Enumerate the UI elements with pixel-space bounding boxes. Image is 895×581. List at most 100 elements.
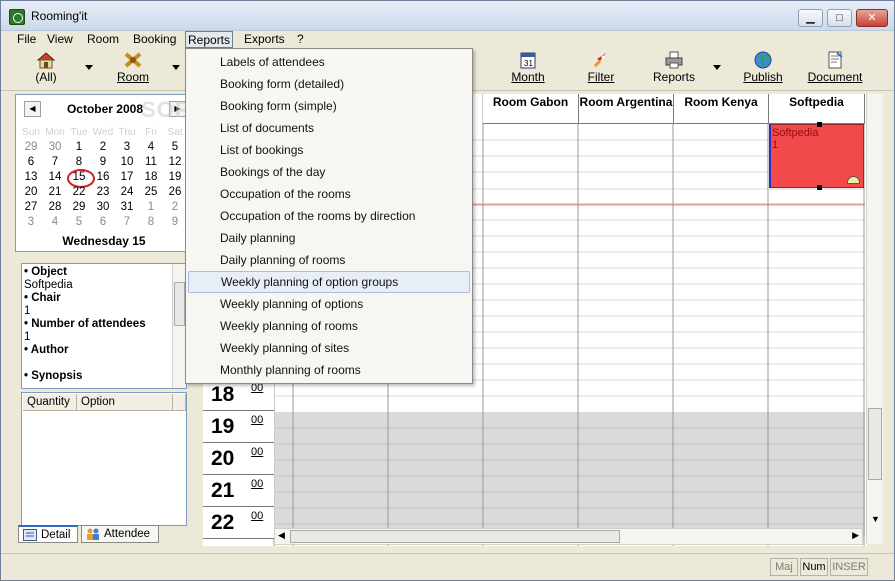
calendar-day[interactable]: 2: [163, 200, 187, 215]
calendar-day[interactable]: 5: [67, 215, 91, 230]
toolbar-all-button[interactable]: (All): [31, 51, 61, 84]
details-scrollbar[interactable]: [172, 264, 186, 388]
calendar-day[interactable]: 8: [139, 215, 163, 230]
report-booking-form-simple[interactable]: Booking form (simple): [188, 95, 470, 117]
calendar-day[interactable]: 12: [163, 155, 187, 170]
calendar-day[interactable]: 30: [43, 140, 67, 155]
calendar-day[interactable]: 17: [115, 170, 139, 185]
calendar-day[interactable]: 9: [163, 215, 187, 230]
calendar-day[interactable]: 3: [115, 140, 139, 155]
calendar-day[interactable]: 7: [115, 215, 139, 230]
menu-room[interactable]: Room: [85, 31, 121, 48]
calendar-day[interactable]: 6: [91, 215, 115, 230]
horizontal-scroll-thumb[interactable]: [290, 530, 620, 543]
scroll-down-icon[interactable]: ▼: [871, 514, 880, 524]
booking-block[interactable]: Softpedia 1: [769, 122, 864, 190]
report-daily-planning-of-rooms[interactable]: Daily planning of rooms: [188, 249, 470, 271]
calendar-day[interactable]: 9: [91, 155, 115, 170]
calendar-day[interactable]: 31: [115, 200, 139, 215]
toolbar-month-button[interactable]: 31 Month: [507, 51, 549, 84]
horizontal-scrollbar[interactable]: ◀ ▶: [274, 528, 863, 545]
calendar-prev-button[interactable]: ◀: [24, 101, 41, 117]
calendar-day[interactable]: 26: [163, 185, 187, 200]
hour-row-22: 22 00: [203, 507, 274, 539]
report-weekly-planning-sites[interactable]: Weekly planning of sites: [188, 337, 470, 359]
calendar-day[interactable]: 18: [139, 170, 163, 185]
calendar-day[interactable]: 24: [115, 185, 139, 200]
toolbar-publish-label: Publish: [741, 70, 785, 84]
calendar-day[interactable]: 29: [19, 140, 43, 155]
calendar-day[interactable]: 4: [139, 140, 163, 155]
report-labels-of-attendees[interactable]: Labels of attendees: [188, 51, 470, 73]
toolbar-document-button[interactable]: Document: [805, 51, 865, 84]
column-header-room-gabon[interactable]: Room Gabon: [483, 94, 579, 124]
calendar-day[interactable]: 28: [43, 200, 67, 215]
toolbar-room-button[interactable]: Room: [113, 51, 153, 84]
calendar-day[interactable]: 2: [91, 140, 115, 155]
column-header-room-kenya[interactable]: Room Kenya: [674, 94, 769, 124]
calendar-day[interactable]: 6: [19, 155, 43, 170]
calendar-day[interactable]: 10: [115, 155, 139, 170]
calendar-day[interactable]: 19: [163, 170, 187, 185]
details-scroll-thumb[interactable]: [174, 282, 185, 326]
toolbar-filter-button[interactable]: Filter: [584, 51, 618, 84]
report-occupation-of-rooms[interactable]: Occupation of the rooms: [188, 183, 470, 205]
calendar-day[interactable]: 29: [67, 200, 91, 215]
toolbar-publish-button[interactable]: Publish: [741, 51, 785, 84]
maximize-button[interactable]: □: [827, 9, 852, 27]
calendar-day[interactable]: 1: [67, 140, 91, 155]
calendar-day[interactable]: 20: [19, 185, 43, 200]
calendar-day[interactable]: 25: [139, 185, 163, 200]
report-monthly-planning-rooms[interactable]: Monthly planning of rooms: [188, 359, 470, 381]
column-header-softpedia[interactable]: Softpedia: [769, 94, 865, 124]
calendar-day[interactable]: 5: [163, 140, 187, 155]
calendar-day[interactable]: 16: [91, 170, 115, 185]
report-weekly-planning-option-groups[interactable]: Weekly planning of option groups: [188, 271, 470, 293]
menu-file[interactable]: File: [15, 31, 38, 48]
all-dropdown-arrow-icon[interactable]: [85, 65, 93, 70]
menu-view[interactable]: View: [45, 31, 75, 48]
column-header-room-argentina[interactable]: Room Argentina: [579, 94, 674, 124]
option-column-header[interactable]: Option: [77, 394, 173, 411]
calendar-day[interactable]: 14: [43, 170, 67, 185]
menu-booking[interactable]: Booking: [131, 31, 178, 48]
tab-detail[interactable]: Detail: [18, 525, 78, 543]
room-dropdown-arrow-icon[interactable]: [172, 65, 180, 70]
calendar-day-selected[interactable]: 15: [67, 169, 95, 188]
calendar-day[interactable]: 11: [139, 155, 163, 170]
calendar-day[interactable]: 22: [67, 185, 91, 200]
vertical-scroll-thumb[interactable]: [868, 408, 882, 480]
calendar-day[interactable]: 23: [91, 185, 115, 200]
vertical-scrollbar[interactable]: ▼: [866, 94, 883, 544]
reports-dropdown-arrow-icon[interactable]: [713, 65, 721, 70]
calendar-day[interactable]: 3: [19, 215, 43, 230]
report-list-of-documents[interactable]: List of documents: [188, 117, 470, 139]
calendar-day[interactable]: 27: [19, 200, 43, 215]
report-weekly-planning-options[interactable]: Weekly planning of options: [188, 293, 470, 315]
report-weekly-planning-rooms[interactable]: Weekly planning of rooms: [188, 315, 470, 337]
scroll-right-icon[interactable]: ▶: [852, 530, 859, 541]
toolbar-reports-button[interactable]: Reports: [652, 51, 696, 84]
report-daily-planning[interactable]: Daily planning: [188, 227, 470, 249]
minimize-button[interactable]: ▁: [798, 9, 823, 27]
calendar-day[interactable]: 7: [43, 155, 67, 170]
menu-reports[interactable]: Reports: [185, 31, 234, 48]
quantity-column-header[interactable]: Quantity: [23, 394, 77, 411]
calendar-day[interactable]: 21: [43, 185, 67, 200]
report-list-of-bookings[interactable]: List of bookings: [188, 139, 470, 161]
report-bookings-of-the-day[interactable]: Bookings of the day: [188, 161, 470, 183]
calendar-day[interactable]: 4: [43, 215, 67, 230]
report-booking-form-detailed[interactable]: Booking form (detailed): [188, 73, 470, 95]
calendar-day[interactable]: 30: [91, 200, 115, 215]
booking-resize-handle-bottom[interactable]: [817, 185, 822, 190]
booking-resize-handle-top[interactable]: [817, 122, 822, 127]
menu-exports[interactable]: Exports: [242, 31, 287, 48]
calendar-day[interactable]: 8: [67, 155, 91, 170]
scroll-left-icon[interactable]: ◀: [278, 530, 285, 541]
tab-attendee[interactable]: Attendee: [81, 525, 159, 543]
report-occupation-by-direction[interactable]: Occupation of the rooms by direction: [188, 205, 470, 227]
close-button[interactable]: ✕: [856, 9, 888, 27]
menu-help[interactable]: ?: [295, 31, 306, 48]
calendar-day[interactable]: 13: [19, 170, 43, 185]
calendar-day[interactable]: 1: [139, 200, 163, 215]
